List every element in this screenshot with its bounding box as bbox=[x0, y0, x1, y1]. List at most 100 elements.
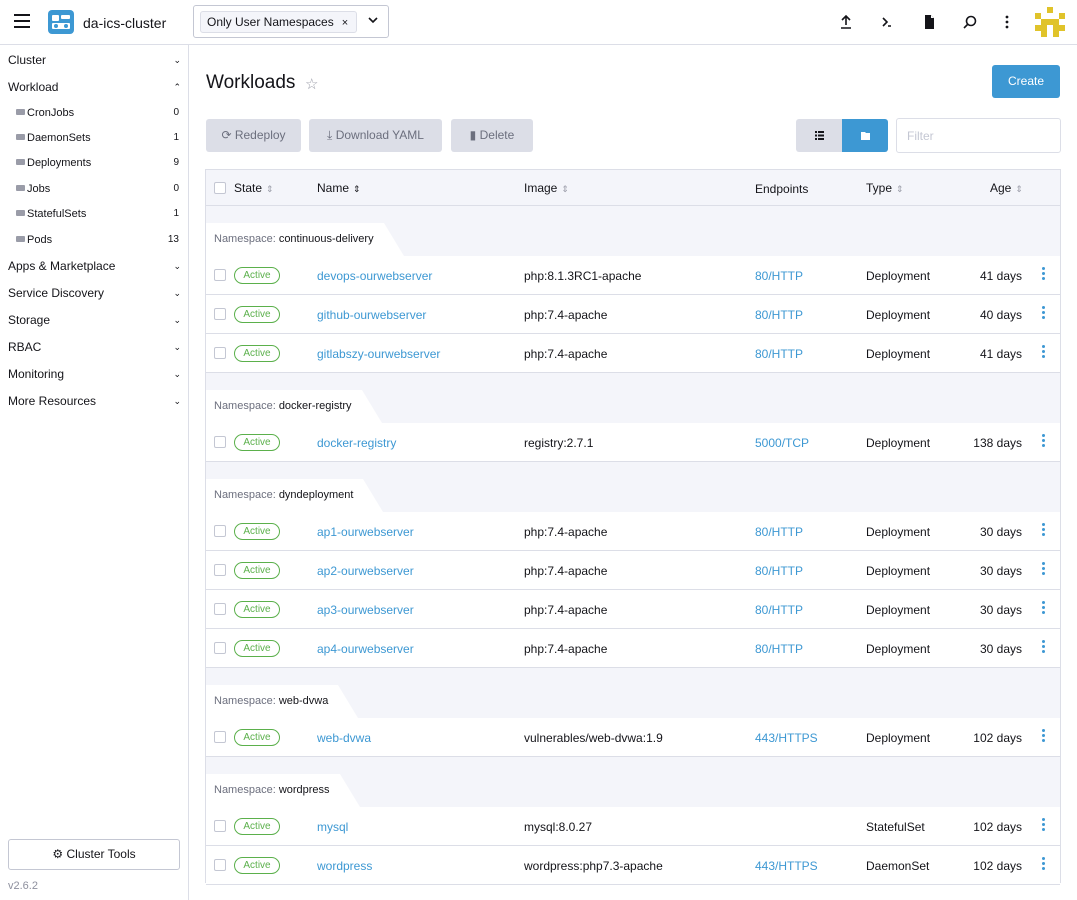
nav-service-discovery[interactable]: Service Discovery ⌄ bbox=[8, 283, 181, 303]
terminal-icon[interactable] bbox=[878, 13, 896, 31]
row-actions-icon[interactable] bbox=[1040, 267, 1046, 283]
delete-button[interactable]: ▮ Delete bbox=[451, 119, 533, 152]
image-cell: mysql:8.0.27 bbox=[524, 820, 593, 834]
download-yaml-button[interactable]: ⤓ Download YAML bbox=[309, 119, 442, 152]
chevron-down-icon: ⌄ bbox=[173, 288, 181, 298]
nav-cronjobs[interactable]: CronJobs 0 bbox=[16, 103, 181, 123]
age-cell: 102 days bbox=[973, 859, 1022, 873]
nav-deployments[interactable]: Deployments 9 bbox=[16, 153, 181, 173]
row-actions-icon[interactable] bbox=[1040, 640, 1046, 656]
workload-name-link[interactable]: docker-registry bbox=[317, 436, 396, 450]
group-view-button[interactable] bbox=[842, 119, 888, 152]
upload-icon[interactable] bbox=[837, 13, 855, 31]
row-actions-icon[interactable] bbox=[1040, 818, 1046, 834]
workload-name-link[interactable]: ap3-ourwebserver bbox=[317, 603, 414, 617]
row-checkbox[interactable] bbox=[214, 731, 226, 743]
endpoint-link[interactable]: 80/HTTP bbox=[755, 642, 803, 656]
endpoint-link[interactable]: 80/HTTP bbox=[755, 603, 803, 617]
column-name[interactable]: Name ⇕ bbox=[317, 181, 361, 195]
nav-pods[interactable]: Pods 13 bbox=[16, 230, 181, 250]
type-cell: Deployment bbox=[866, 564, 931, 578]
chip-remove-icon[interactable]: × bbox=[342, 17, 348, 29]
endpoint-link[interactable]: 80/HTTP bbox=[755, 308, 803, 322]
namespace-label: Namespace: bbox=[214, 400, 279, 412]
filter-input[interactable] bbox=[896, 118, 1061, 153]
column-image[interactable]: Image ⇕ bbox=[524, 181, 569, 195]
avatar[interactable] bbox=[1035, 7, 1065, 37]
workload-name-link[interactable]: ap2-ourwebserver bbox=[317, 564, 414, 578]
workload-name-link[interactable]: wordpress bbox=[317, 859, 372, 873]
search-icon[interactable] bbox=[961, 13, 979, 31]
nav-monitoring[interactable]: Monitoring ⌄ bbox=[8, 364, 181, 384]
row-actions-icon[interactable] bbox=[1040, 857, 1046, 873]
row-checkbox[interactable] bbox=[214, 564, 226, 576]
cluster-tools-button[interactable]: ⚙ Cluster Tools bbox=[8, 839, 180, 870]
image-cell: wordpress:php7.3-apache bbox=[524, 859, 663, 873]
cluster-name[interactable]: da-ics-cluster bbox=[83, 15, 166, 31]
column-state[interactable]: State ⇕ bbox=[234, 181, 274, 195]
list-view-button[interactable] bbox=[796, 119, 842, 152]
row-actions-icon[interactable] bbox=[1040, 306, 1046, 322]
namespace-select[interactable]: Only User Namespaces × bbox=[193, 5, 389, 38]
endpoint-link[interactable]: 443/HTTPS bbox=[755, 731, 818, 745]
namespace-tab: Namespace: docker-registry bbox=[206, 390, 382, 423]
namespace-chip-label: Only User Namespaces bbox=[207, 15, 334, 29]
workload-name-link[interactable]: ap4-ourwebserver bbox=[317, 642, 414, 656]
endpoint-link[interactable]: 443/HTTPS bbox=[755, 859, 818, 873]
row-actions-icon[interactable] bbox=[1040, 562, 1046, 578]
endpoint-link[interactable]: 80/HTTP bbox=[755, 269, 803, 283]
nav-daemonsets[interactable]: DaemonSets 1 bbox=[16, 128, 181, 148]
endpoint-link[interactable]: 80/HTTP bbox=[755, 525, 803, 539]
row-checkbox[interactable] bbox=[214, 525, 226, 537]
row-actions-icon[interactable] bbox=[1040, 434, 1046, 450]
select-all-checkbox[interactable] bbox=[214, 182, 226, 194]
endpoint-link[interactable]: 5000/TCP bbox=[755, 436, 809, 450]
nav-workload[interactable]: Workload ⌃ bbox=[8, 77, 181, 97]
workload-name-link[interactable]: gitlabszy-ourwebserver bbox=[317, 347, 440, 361]
column-age[interactable]: Age ⇕ bbox=[990, 181, 1023, 195]
nav-apps-marketplace[interactable]: Apps & Marketplace ⌄ bbox=[8, 256, 181, 276]
star-icon[interactable]: ☆ bbox=[305, 75, 318, 93]
row-actions-icon[interactable] bbox=[1040, 345, 1046, 361]
workload-name-link[interactable]: mysql bbox=[317, 820, 348, 834]
row-checkbox[interactable] bbox=[214, 308, 226, 320]
cluster-logo-icon bbox=[48, 10, 74, 34]
nav-statefulsets[interactable]: StatefulSets 1 bbox=[16, 204, 181, 224]
row-actions-icon[interactable] bbox=[1040, 601, 1046, 617]
row-checkbox[interactable] bbox=[214, 603, 226, 615]
workload-name-link[interactable]: ap1-ourwebserver bbox=[317, 525, 414, 539]
redeploy-button[interactable]: ⟳ Redeploy bbox=[206, 119, 301, 152]
top-header: da-ics-cluster Only User Namespaces × bbox=[0, 0, 1077, 45]
column-type[interactable]: Type ⇕ bbox=[866, 181, 904, 195]
workload-name-link[interactable]: web-dvwa bbox=[317, 731, 371, 745]
nav-storage[interactable]: Storage ⌄ bbox=[8, 310, 181, 330]
nav-count: 13 bbox=[167, 234, 179, 245]
row-checkbox[interactable] bbox=[214, 269, 226, 281]
row-checkbox[interactable] bbox=[214, 820, 226, 832]
row-actions-icon[interactable] bbox=[1040, 523, 1046, 539]
nav-cluster[interactable]: Cluster ⌄ bbox=[8, 50, 181, 70]
table-row: Active ap1-ourwebserver php:7.4-apache 80/H… bbox=[206, 512, 1060, 551]
image-cell: php:7.4-apache bbox=[524, 347, 608, 361]
sort-icon: ⇕ bbox=[561, 184, 569, 194]
row-checkbox[interactable] bbox=[214, 642, 226, 654]
endpoint-link[interactable]: 80/HTTP bbox=[755, 564, 803, 578]
row-checkbox[interactable] bbox=[214, 859, 226, 871]
nav-rbac[interactable]: RBAC ⌄ bbox=[8, 337, 181, 357]
folder-icon bbox=[16, 210, 25, 216]
nav-more-resources[interactable]: More Resources ⌄ bbox=[8, 391, 181, 411]
row-checkbox[interactable] bbox=[214, 347, 226, 359]
nav-label: More Resources bbox=[8, 394, 97, 408]
create-button[interactable]: Create bbox=[992, 65, 1060, 98]
file-icon[interactable] bbox=[920, 13, 938, 31]
nav-jobs[interactable]: Jobs 0 bbox=[16, 179, 181, 199]
refresh-icon: ⟳ bbox=[221, 128, 232, 142]
endpoint-link[interactable]: 80/HTTP bbox=[755, 347, 803, 361]
workload-name-link[interactable]: devops-ourwebserver bbox=[317, 269, 432, 283]
workload-name-link[interactable]: github-ourwebserver bbox=[317, 308, 426, 322]
age-cell: 41 days bbox=[979, 347, 1022, 361]
row-checkbox[interactable] bbox=[214, 436, 226, 448]
menu-icon[interactable] bbox=[14, 14, 30, 28]
row-actions-icon[interactable] bbox=[1040, 729, 1046, 745]
more-vertical-icon[interactable] bbox=[998, 13, 1016, 31]
